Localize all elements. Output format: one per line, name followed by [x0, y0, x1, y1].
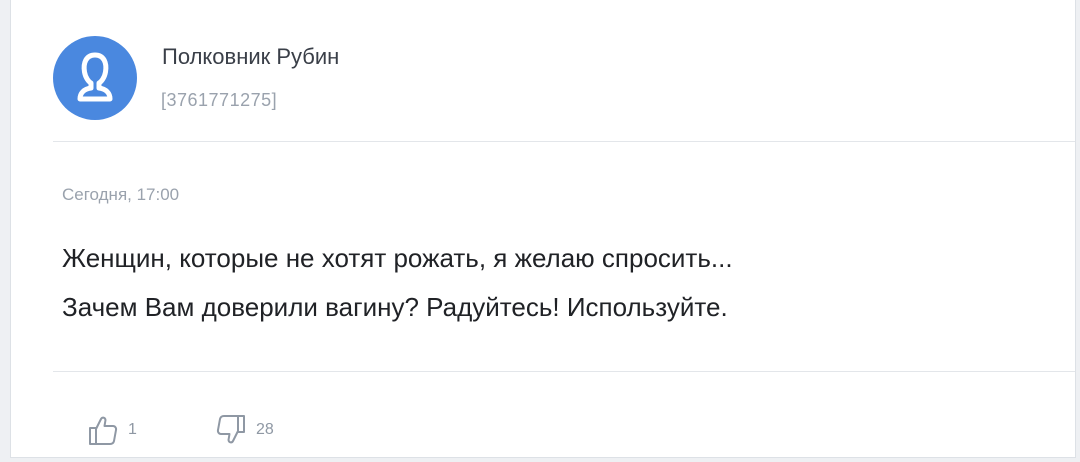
like-button[interactable]: 1 — [88, 413, 137, 447]
post-text-line: Женщин, которые не хотят рожать, я желаю… — [62, 243, 733, 273]
divider — [53, 371, 1075, 372]
avatar[interactable] — [53, 36, 137, 120]
user-silhouette-icon — [77, 52, 113, 102]
dislike-count: 28 — [256, 421, 274, 438]
divider — [53, 141, 1075, 142]
author-name[interactable]: Полковник Рубин — [162, 44, 339, 70]
thumbs-up-icon — [89, 416, 118, 445]
thumbs-down-icon — [216, 415, 245, 444]
post-text: Женщин, которые не хотят рожать, я желаю… — [62, 234, 1062, 332]
like-count: 1 — [128, 421, 137, 438]
post-card: Полковник Рубин [3761771275] Сегодня, 17… — [10, 0, 1076, 458]
post-timestamp: Сегодня, 17:00 — [62, 185, 180, 204]
dislike-button[interactable]: 28 — [216, 413, 274, 447]
post-text-line: Зачем Вам доверили вагину? Радуйтесь! Ис… — [62, 292, 728, 322]
author-id: [3761771275] — [161, 90, 278, 110]
